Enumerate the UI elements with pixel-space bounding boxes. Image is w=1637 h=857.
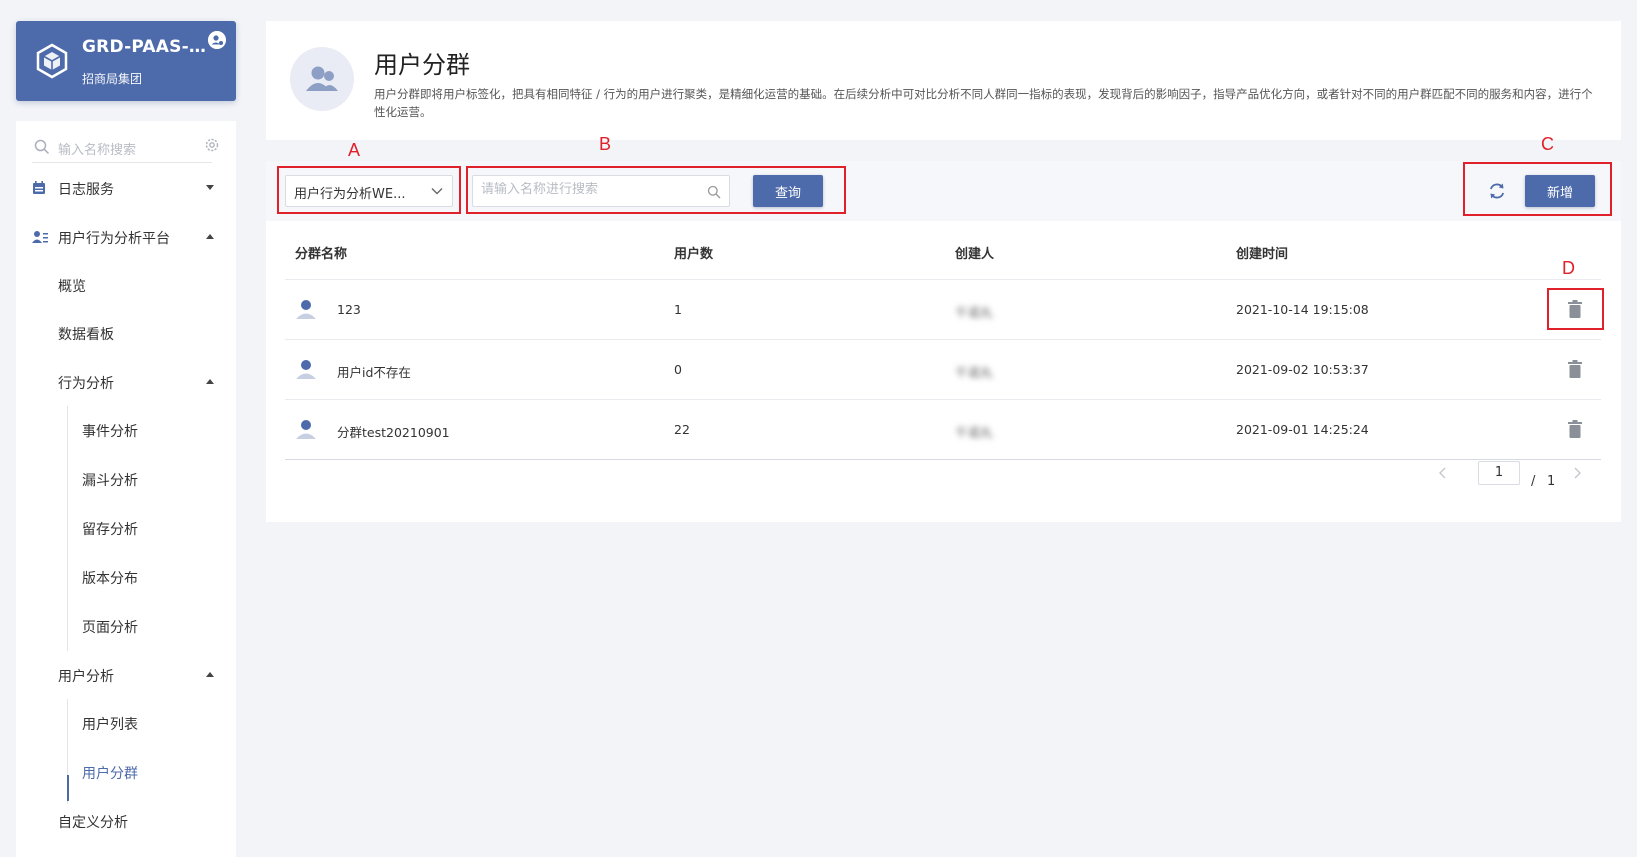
sidebar-item-page-analysis[interactable]: 页面分析 <box>16 614 236 638</box>
column-header-created: 创建时间 <box>1236 247 1289 262</box>
column-header-creator: 创建人 <box>955 247 995 262</box>
sidebar-item-label: 事件分析 <box>82 424 138 440</box>
sidebar-item-dashboard[interactable]: 数据看板 <box>16 321 236 345</box>
page-header: 用户分群 用户分群即将用户标签化，把具有相同特征 / 行为的用户进行聚类，是精细… <box>266 21 1621 140</box>
user-group-icon <box>306 66 338 91</box>
pagination-current-page[interactable]: 1 <box>1478 461 1520 485</box>
table-header: 分群名称 用户数 创建人 创建时间 <box>285 221 1601 280</box>
app-switcher-card[interactable]: GRD-PAAS-PO... 招商局集团 <box>16 21 236 101</box>
column-header-name: 分群名称 <box>295 247 348 262</box>
sidebar-item-label: 页面分析 <box>82 620 138 636</box>
sidebar-item-label: 留存分析 <box>82 522 138 538</box>
delete-icon[interactable] <box>1567 360 1583 378</box>
sidebar-item-label: 日志服务 <box>58 182 114 198</box>
search-icon <box>34 139 50 155</box>
sidebar-item-funnel-analysis[interactable]: 漏斗分析 <box>16 467 236 491</box>
segment-name: 123 <box>337 302 361 317</box>
chevron-up-icon <box>206 379 214 384</box>
cube-logo-icon <box>36 43 68 79</box>
segment-user-count: 22 <box>674 422 690 437</box>
annotation-box-a <box>277 166 461 214</box>
chevron-up-icon <box>206 234 214 239</box>
segment-name: 分群test20210901 <box>337 425 450 440</box>
segment-creator: 千诺丸 <box>955 365 993 380</box>
user-avatar-icon <box>296 420 316 439</box>
sidebar-item-label: 用户行为分析平台 <box>58 231 170 247</box>
sidebar-item-user-analysis[interactable]: 用户分析 <box>16 663 236 687</box>
pagination-total-pages: 1 <box>1547 474 1556 489</box>
user-avatar-icon <box>296 360 316 379</box>
page-title: 用户分群 <box>374 51 470 79</box>
table-row[interactable]: 123 1 千诺丸 2021-10-14 19:15:08 <box>285 280 1601 340</box>
segment-created-time: 2021-10-14 19:15:08 <box>1236 302 1369 317</box>
app-title: GRD-PAAS-PO... <box>82 37 206 57</box>
header-icon-circle <box>290 47 354 111</box>
sidebar-item-label: 用户分析 <box>58 669 114 685</box>
annotation-box-c <box>1463 162 1612 216</box>
sidebar-item-user-list[interactable]: 用户列表 <box>16 711 236 735</box>
segment-creator: 千诺丸 <box>955 305 993 320</box>
annotation-box-d <box>1547 288 1604 330</box>
sidebar-item-behavior-platform[interactable]: 用户行为分析平台 <box>16 225 236 249</box>
annotation-label-b: B <box>599 134 612 154</box>
sidebar-item-event-analysis[interactable]: 事件分析 <box>16 418 236 442</box>
sidebar-item-version-distribution[interactable]: 版本分布 <box>16 565 236 589</box>
user-list-icon <box>32 231 48 243</box>
sidebar-item-label: 版本分布 <box>82 571 138 587</box>
annotation-label-d: D <box>1562 258 1575 278</box>
sidebar-item-user-segments[interactable]: 用户分群 <box>16 760 236 784</box>
segments-panel: 用户行为分析WE... 查询 新增 分群名称 用户数 创建人 创建时间 <box>266 161 1621 522</box>
segment-created-time: 2021-09-02 10:53:37 <box>1236 362 1369 377</box>
segments-table: 分群名称 用户数 创建人 创建时间 123 1 千诺丸 2021-10-14 1… <box>285 221 1601 460</box>
sidebar: 输入名称搜索 日志服务 用户行为分析平台 概览 数据看板 行为分析 事件分析 漏… <box>16 121 236 857</box>
sidebar-search[interactable]: 输入名称搜索 <box>32 131 212 163</box>
sidebar-item-label: 漏斗分析 <box>82 473 138 489</box>
sidebar-item-label: 自定义分析 <box>58 815 128 831</box>
annotation-box-b <box>466 166 846 214</box>
segment-name: 用户id不存在 <box>337 365 411 380</box>
segment-user-count: 1 <box>674 302 682 317</box>
sidebar-item-log-service[interactable]: 日志服务 <box>16 176 236 200</box>
segment-user-count: 0 <box>674 362 682 377</box>
pagination-prev-icon[interactable] <box>1438 466 1448 480</box>
chevron-down-icon <box>206 185 214 190</box>
page-description: 用户分群即将用户标签化，把具有相同特征 / 行为的用户进行聚类，是精细化运营的基… <box>374 87 1593 119</box>
calendar-icon <box>33 181 45 194</box>
sidebar-item-label: 数据看板 <box>58 327 114 343</box>
sidebar-item-label: 用户列表 <box>82 717 138 733</box>
sidebar-item-label: 行为分析 <box>58 376 114 392</box>
app-subtitle: 招商局集团 <box>82 72 143 86</box>
delete-icon[interactable] <box>1567 420 1583 438</box>
sidebar-item-retention-analysis[interactable]: 留存分析 <box>16 516 236 540</box>
table-row[interactable]: 分群test20210901 22 千诺丸 2021-09-01 14:25:2… <box>285 400 1601 460</box>
gear-icon[interactable] <box>204 137 220 153</box>
sidebar-item-overview[interactable]: 概览 <box>16 273 236 297</box>
sidebar-search-placeholder: 输入名称搜索 <box>58 143 137 158</box>
user-avatar-icon <box>296 300 316 319</box>
table-row[interactable]: 用户id不存在 0 千诺丸 2021-09-02 10:53:37 <box>285 340 1601 400</box>
sidebar-item-custom-analysis[interactable]: 自定义分析 <box>16 809 236 833</box>
sidebar-item-label: 概览 <box>58 279 86 295</box>
segment-created-time: 2021-09-01 14:25:24 <box>1236 422 1369 437</box>
pagination-separator: / <box>1531 474 1536 489</box>
chevron-up-icon <box>206 672 214 677</box>
annotation-label-c: C <box>1541 134 1554 154</box>
user-switch-icon[interactable] <box>208 31 226 49</box>
pagination-next-icon[interactable] <box>1572 466 1582 480</box>
sidebar-item-label: 用户分群 <box>82 766 138 782</box>
column-header-users: 用户数 <box>674 247 714 262</box>
annotation-label-a: A <box>348 140 361 160</box>
sidebar-item-behavior-analysis[interactable]: 行为分析 <box>16 370 236 394</box>
segment-creator: 千诺丸 <box>955 425 993 440</box>
